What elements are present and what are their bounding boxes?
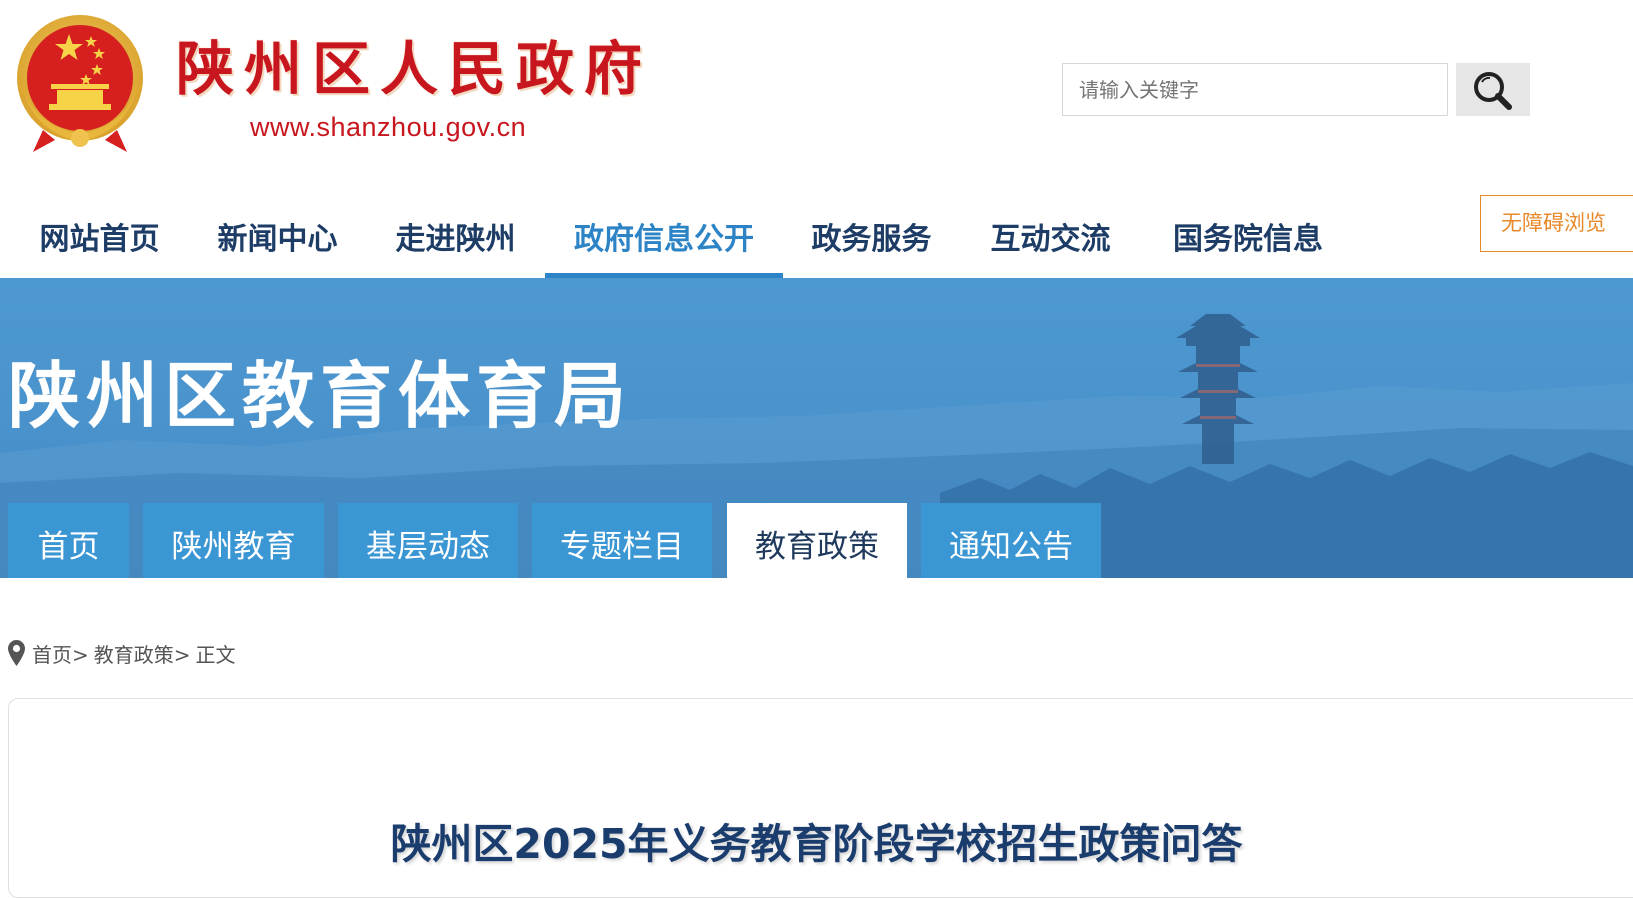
subnav-item-grassroots-news[interactable]: 基层动态 xyxy=(338,503,518,578)
subnav-item-notices[interactable]: 通知公告 xyxy=(921,503,1101,578)
search-icon xyxy=(1474,72,1512,110)
breadcrumb: 首页> 教育政策> 正文 xyxy=(8,636,236,670)
breadcrumb-home[interactable]: 首页> xyxy=(32,639,89,668)
subnav-item-special-topics[interactable]: 专题栏目 xyxy=(532,503,712,578)
national-emblem-icon[interactable] xyxy=(13,12,147,154)
department-title: 陕州区教育体育局 xyxy=(8,354,633,438)
department-banner: 陕州区教育体育局 首页 陕州教育 基层动态 专题栏目 教育政策 通知公告 xyxy=(0,278,1633,578)
site-header: 陕州区人民政府 www.shanzhou.gov.cn xyxy=(0,0,1633,190)
breadcrumb-education-policy[interactable]: 教育政策> xyxy=(94,639,191,668)
nav-item-about[interactable]: 走进陕州 xyxy=(378,190,533,278)
site-name: 陕州区人民政府 xyxy=(176,35,653,103)
site-url: www.shanzhou.gov.cn xyxy=(250,112,527,142)
subnav-item-home[interactable]: 首页 xyxy=(8,503,129,578)
nav-item-home[interactable]: 网站首页 xyxy=(22,190,177,278)
nav-item-services[interactable]: 政务服务 xyxy=(794,190,949,278)
nav-item-state-council[interactable]: 国务院信息 xyxy=(1163,190,1333,278)
article-title: 陕州区2025年义务教育阶段学校招生政策问答 xyxy=(390,820,1243,868)
location-pin-icon xyxy=(8,640,25,666)
nav-item-gov-info[interactable]: 政府信息公开 xyxy=(545,190,783,278)
subnav-item-shanzhou-education[interactable]: 陕州教育 xyxy=(143,503,324,578)
nav-item-interaction[interactable]: 互动交流 xyxy=(973,190,1128,278)
subnav-item-education-policy[interactable]: 教育政策 xyxy=(727,503,907,578)
search-input[interactable] xyxy=(1062,63,1448,116)
accessibility-button[interactable]: 无障碍浏览 xyxy=(1480,195,1633,252)
main-nav: 网站首页 新闻中心 走进陕州 政府信息公开 政务服务 互动交流 国务院信息 xyxy=(0,190,1633,278)
search-button[interactable] xyxy=(1456,63,1530,116)
breadcrumb-current: 正文 xyxy=(195,642,236,667)
nav-item-news[interactable]: 新闻中心 xyxy=(200,190,355,278)
